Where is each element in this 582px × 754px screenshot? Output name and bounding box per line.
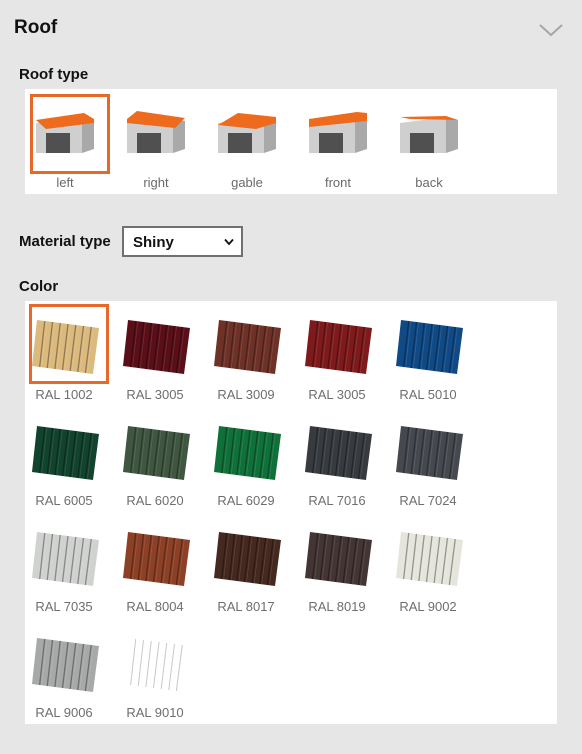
color-swatch-ral-5010[interactable]: RAL 5010	[389, 301, 477, 405]
material-type-label: Material type	[19, 233, 111, 250]
metal-sheet-icon	[214, 320, 281, 374]
section-title: Roof	[14, 17, 58, 38]
roof-type-option-right[interactable]: right	[116, 89, 196, 194]
color-swatch-label: RAL 6029	[217, 493, 275, 508]
color-swatch-label: RAL 3005	[308, 387, 366, 402]
color-swatch-label: RAL 9010	[126, 705, 184, 720]
metal-sheet-icon	[305, 426, 372, 480]
metal-sheet-icon	[396, 320, 463, 374]
metal-sheet-icon	[130, 638, 183, 692]
roof-type-panel: left right gable front back	[25, 89, 557, 194]
roof-section-header[interactable]: Roof	[0, 0, 582, 60]
color-swatch-ral-8017[interactable]: RAL 8017	[207, 513, 295, 617]
color-swatch-ral-9002[interactable]: RAL 9002	[389, 513, 477, 617]
color-swatch-label: RAL 5010	[399, 387, 457, 402]
roof-right-icon	[127, 111, 185, 153]
roof-type-option-front[interactable]: front	[298, 89, 378, 194]
color-swatch-label: RAL 7024	[399, 493, 457, 508]
color-swatch-label: RAL 7035	[35, 599, 93, 614]
color-swatch-label: RAL 8019	[308, 599, 366, 614]
metal-sheet-icon	[32, 532, 99, 586]
roof-back-icon	[400, 116, 458, 153]
roof-type-option-gable[interactable]: gable	[207, 89, 287, 194]
roof-type-option-back[interactable]: back	[389, 89, 469, 194]
color-swatch-ral-8004[interactable]: RAL 8004	[116, 513, 204, 617]
color-swatch-ral-6020[interactable]: RAL 6020	[116, 407, 204, 511]
metal-sheet-icon	[396, 426, 463, 480]
chevron-down-icon[interactable]	[538, 22, 564, 38]
metal-sheet-icon	[305, 532, 372, 586]
selection-border	[29, 304, 109, 384]
roof-type-option-label: back	[415, 175, 443, 190]
metal-sheet-icon	[123, 426, 190, 480]
color-swatch-label: RAL 3009	[217, 387, 275, 402]
roof-front-icon	[309, 112, 367, 153]
material-type-value: Shiny	[133, 234, 174, 251]
color-swatch-ral-1002[interactable]: RAL 1002	[25, 301, 113, 405]
color-swatch-label: RAL 1002	[35, 387, 93, 402]
roof-type-option-left[interactable]: left	[25, 89, 110, 194]
metal-sheet-icon	[214, 426, 281, 480]
color-swatch-label: RAL 3005	[126, 387, 184, 402]
color-swatch-label: RAL 6020	[126, 493, 184, 508]
roof-type-option-label: left	[56, 175, 74, 190]
metal-sheet-icon	[123, 532, 190, 586]
metal-sheet-icon	[32, 638, 99, 692]
color-swatch-ral-7016[interactable]: RAL 7016	[298, 407, 386, 511]
color-swatch-ral-3009[interactable]: RAL 3009	[207, 301, 295, 405]
roof-type-label: Roof type	[19, 66, 89, 83]
color-swatch-ral-8019[interactable]: RAL 8019	[298, 513, 386, 617]
roof-type-option-label: gable	[231, 175, 263, 190]
color-swatch-label: RAL 7016	[308, 493, 366, 508]
color-panel: RAL 1002 RAL 3005 RAL 3009 RAL 3005 RAL 5010…	[25, 301, 557, 724]
metal-sheet-icon	[214, 532, 281, 586]
color-swatch-ral-6005[interactable]: RAL 6005	[25, 407, 113, 511]
color-swatch-label: RAL 8004	[126, 599, 184, 614]
metal-sheet-icon	[396, 532, 463, 586]
color-label: Color	[19, 278, 59, 295]
chevron-down-icon	[224, 238, 234, 246]
selection-border	[30, 94, 110, 174]
roof-type-option-label: right	[143, 175, 169, 190]
color-swatch-ral-3005[interactable]: RAL 3005	[298, 301, 386, 405]
color-swatch-label: RAL 6005	[35, 493, 93, 508]
roof-type-option-label: front	[324, 175, 351, 190]
material-type-select[interactable]: Shiny	[122, 226, 243, 257]
color-swatch-label: RAL 8017	[217, 599, 275, 614]
color-swatch-ral-7024[interactable]: RAL 7024	[389, 407, 477, 511]
metal-sheet-icon	[305, 320, 372, 374]
color-swatch-ral-9006[interactable]: RAL 9006	[25, 619, 113, 723]
color-swatch-ral-3005[interactable]: RAL 3005	[116, 301, 204, 405]
color-swatch-label: RAL 9002	[399, 599, 457, 614]
color-swatch-ral-6029[interactable]: RAL 6029	[207, 407, 295, 511]
color-swatch-ral-7035[interactable]: RAL 7035	[25, 513, 113, 617]
color-swatch-ral-9010[interactable]: RAL 9010	[116, 619, 204, 723]
metal-sheet-icon	[123, 320, 190, 374]
metal-sheet-icon	[32, 426, 99, 480]
roof-gable-icon	[218, 113, 276, 153]
color-swatch-label: RAL 9006	[35, 705, 93, 720]
